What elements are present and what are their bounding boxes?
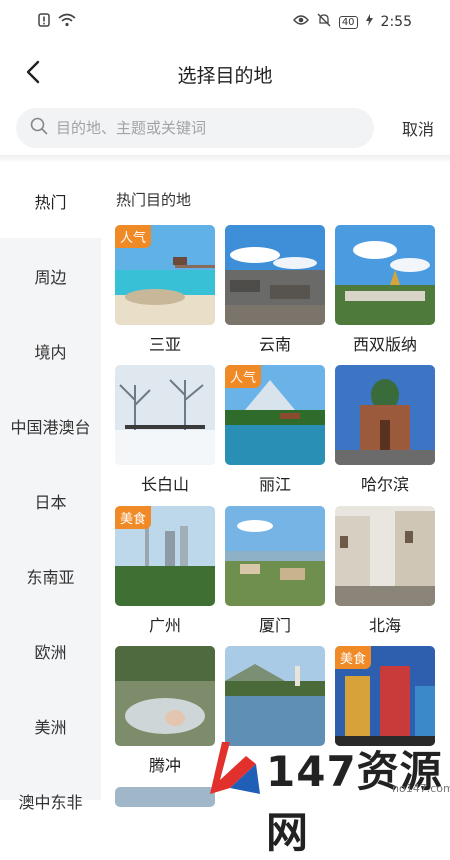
sidebar-item-nearby[interactable]: 周边 bbox=[0, 238, 101, 313]
destination-photo bbox=[225, 225, 325, 325]
destination-name: 厦门 bbox=[258, 616, 291, 635]
battery-icon: 40 bbox=[338, 15, 358, 29]
sidebar-item-europe[interactable]: 欧洲 bbox=[0, 613, 101, 688]
destination-card-beihai[interactable]: 北海 bbox=[335, 506, 435, 646]
destination-name: 哈尔滨 bbox=[360, 475, 409, 494]
destination-name: 长白山 bbox=[140, 475, 189, 494]
sidebar-item-domestic[interactable]: 境内 bbox=[0, 313, 101, 388]
sidebar-item-hk-macau-taiwan[interactable]: 中国港澳台 bbox=[0, 388, 101, 463]
destination-name: 广州 bbox=[148, 616, 181, 635]
eye-icon bbox=[292, 14, 309, 30]
destination-name: 三亚 bbox=[148, 335, 181, 354]
destination-card-harbin[interactable]: 哈尔滨 bbox=[335, 365, 435, 505]
destination-panel: 热门目的地 人气 三亚 云南 西双版纳 长白山 人气 丽江 哈尔滨 美食 广州 … bbox=[101, 163, 450, 807]
food-badge: 美食 bbox=[335, 646, 372, 669]
destination-photo bbox=[335, 225, 435, 325]
status-bar: 40 2:55 bbox=[0, 0, 450, 44]
page-title: 选择目的地 bbox=[177, 65, 273, 87]
watermark: 147资源网 no147.com bbox=[196, 736, 450, 857]
divider bbox=[0, 155, 450, 163]
destination-name: 云南 bbox=[258, 335, 291, 354]
sidebar-item-japan[interactable]: 日本 bbox=[0, 463, 101, 538]
destination-name: 北海 bbox=[368, 616, 401, 635]
popular-badge: 人气 bbox=[115, 225, 152, 248]
sidebar-item-oceania-mideast-africa[interactable]: 澳中东非 bbox=[0, 763, 101, 838]
watermark-url: no147.com bbox=[392, 782, 450, 795]
sidebar-item-southeast-asia[interactable]: 东南亚 bbox=[0, 538, 101, 613]
watermark-logo bbox=[210, 742, 260, 794]
search-input[interactable] bbox=[56, 119, 356, 137]
destination-card-xiamen[interactable]: 厦门 bbox=[225, 506, 325, 646]
search-row: 取消 bbox=[0, 106, 450, 152]
destination-card-sanya[interactable]: 人气 三亚 bbox=[115, 225, 215, 365]
destination-photo bbox=[115, 365, 215, 465]
food-badge: 美食 bbox=[115, 506, 152, 529]
cancel-button[interactable]: 取消 bbox=[390, 116, 446, 140]
sim-alert-icon bbox=[38, 13, 50, 31]
destination-card-changbaishan[interactable]: 长白山 bbox=[115, 365, 215, 505]
destination-photo bbox=[225, 646, 325, 746]
wifi-icon bbox=[58, 13, 76, 31]
watermark-text: 147资源网 bbox=[266, 747, 443, 857]
destination-card-lijiang[interactable]: 人气 丽江 bbox=[225, 365, 325, 505]
destination-name: 西双版纳 bbox=[352, 335, 417, 354]
destination-photo bbox=[225, 506, 325, 606]
charging-icon bbox=[365, 14, 373, 30]
search-box[interactable] bbox=[16, 108, 374, 148]
destination-name: 丽江 bbox=[258, 475, 291, 494]
sidebar-item-americas[interactable]: 美洲 bbox=[0, 688, 101, 763]
mute-icon bbox=[317, 13, 331, 31]
destination-photo bbox=[335, 365, 435, 465]
category-sidebar: 热门 周边 境内 中国港澳台 日本 东南亚 欧洲 美洲 澳中东非 bbox=[0, 163, 101, 812]
destination-card-xishuangbanna[interactable]: 西双版纳 bbox=[335, 225, 435, 365]
destination-photo bbox=[335, 506, 435, 606]
destination-card-yunnan[interactable]: 云南 bbox=[225, 225, 325, 365]
popular-badge: 人气 bbox=[225, 365, 262, 388]
status-time: 2:55 bbox=[380, 14, 412, 30]
section-title: 热门目的地 bbox=[116, 191, 192, 209]
destination-card-guangzhou[interactable]: 美食 广州 bbox=[115, 506, 215, 646]
search-icon bbox=[30, 117, 48, 139]
destination-photo bbox=[115, 646, 215, 746]
header: 选择目的地 bbox=[0, 44, 450, 102]
sidebar-item-hot[interactable]: 热门 bbox=[0, 163, 101, 238]
